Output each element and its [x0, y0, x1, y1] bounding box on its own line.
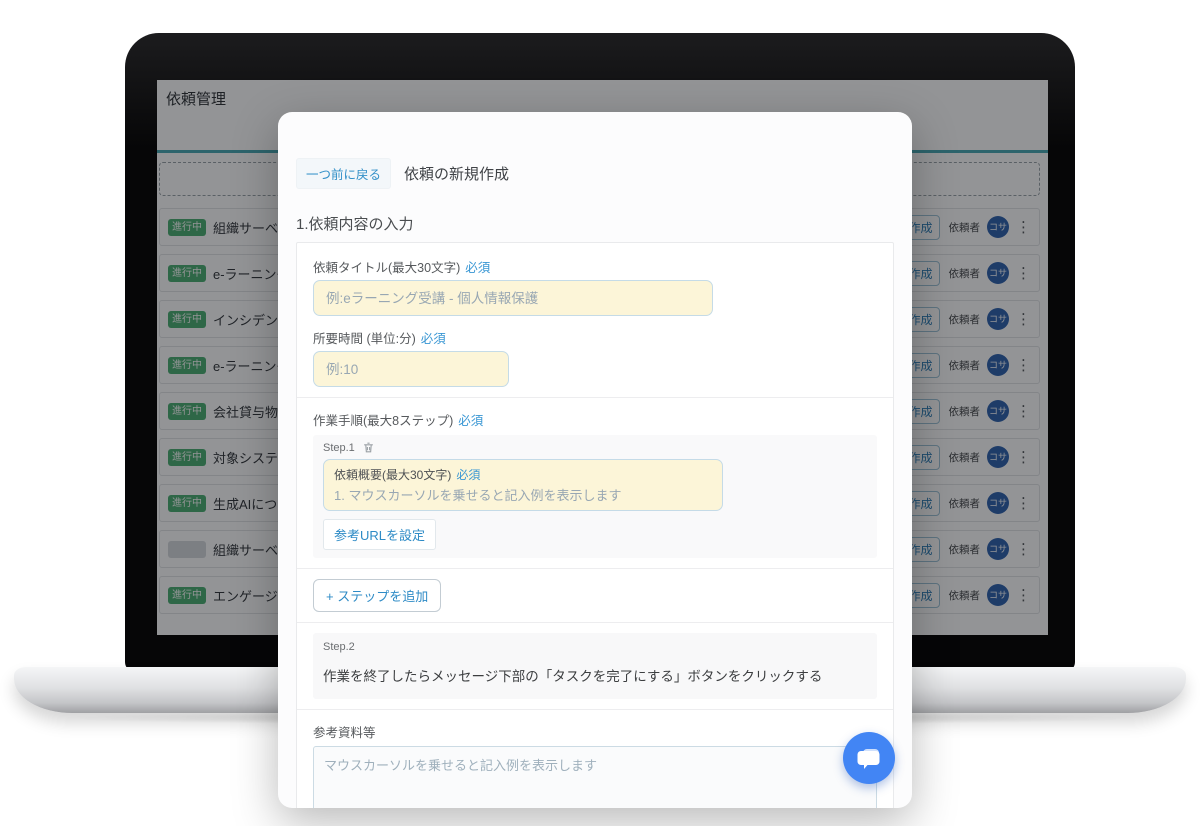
divider [297, 622, 893, 623]
title-field-label: 依頼タイトル(最大30文字)必須 [313, 257, 877, 276]
reference-label: 参考資料等 [313, 722, 877, 741]
required-badge: 必須 [421, 332, 446, 346]
request-title-input[interactable] [313, 280, 713, 316]
step1-label: Step.1 [323, 442, 355, 454]
divider [297, 397, 893, 398]
laptop-mockup: 依頼管理 進行中組織サーベイ回規作成依頼者コサ⋮進行中e-ラーニング:規作成依頼… [0, 0, 1200, 826]
required-badge: 必須 [456, 468, 480, 482]
step1-summary-box[interactable]: 依頼概要(最大30文字)必須 1. マウスカーソルを乗せると記入例を表示します [323, 459, 723, 511]
duration-field-label: 所要時間 (単位:分)必須 [313, 328, 877, 347]
back-button[interactable]: 一つ前に戻る [296, 158, 391, 189]
steps-field-label: 作業手順(最大8ステップ)必須 [313, 410, 877, 429]
divider [297, 709, 893, 710]
section-heading: 1.依頼内容の入力 [296, 213, 894, 234]
step1-summary-label: 依頼概要(最大30文字)必須 [334, 466, 712, 483]
step1-summary-placeholder: 1. マウスカーソルを乗せると記入例を表示します [334, 485, 712, 504]
modal-header: 一つ前に戻る 依頼の新規作成 [296, 158, 894, 189]
new-request-modal: 一つ前に戻る 依頼の新規作成 1.依頼内容の入力 依頼タイトル(最大30文字)必… [278, 112, 912, 808]
trash-icon[interactable] [362, 441, 375, 454]
step2-text: 作業を終了したらメッセージ下部の「タスクを完了にする」ボタンをクリックする [323, 665, 867, 685]
duration-input[interactable] [313, 351, 509, 387]
step1-block: Step.1 依頼概要(最大30文字)必須 1. マウスカーソルを乗せると記入例… [313, 435, 877, 558]
required-badge: 必須 [465, 261, 490, 275]
step2-block: Step.2 作業を終了したらメッセージ下部の「タスクを完了にする」ボタンをクリ… [313, 633, 877, 699]
divider [297, 568, 893, 569]
chat-bubble-icon [855, 744, 883, 772]
step1-header: Step.1 [323, 441, 867, 454]
step2-label: Step.2 [323, 641, 867, 653]
add-step-button[interactable]: + ステップを追加 [313, 579, 441, 612]
chat-widget-button[interactable] [843, 732, 895, 784]
request-form-panel: 依頼タイトル(最大30文字)必須 所要時間 (単位:分)必須 作業手順(最大8ス… [296, 242, 894, 808]
required-badge: 必須 [458, 414, 483, 428]
modal-title: 依頼の新規作成 [404, 163, 509, 184]
set-reference-url-button[interactable]: 参考URLを設定 [323, 519, 436, 550]
reference-textarea[interactable] [313, 746, 877, 808]
